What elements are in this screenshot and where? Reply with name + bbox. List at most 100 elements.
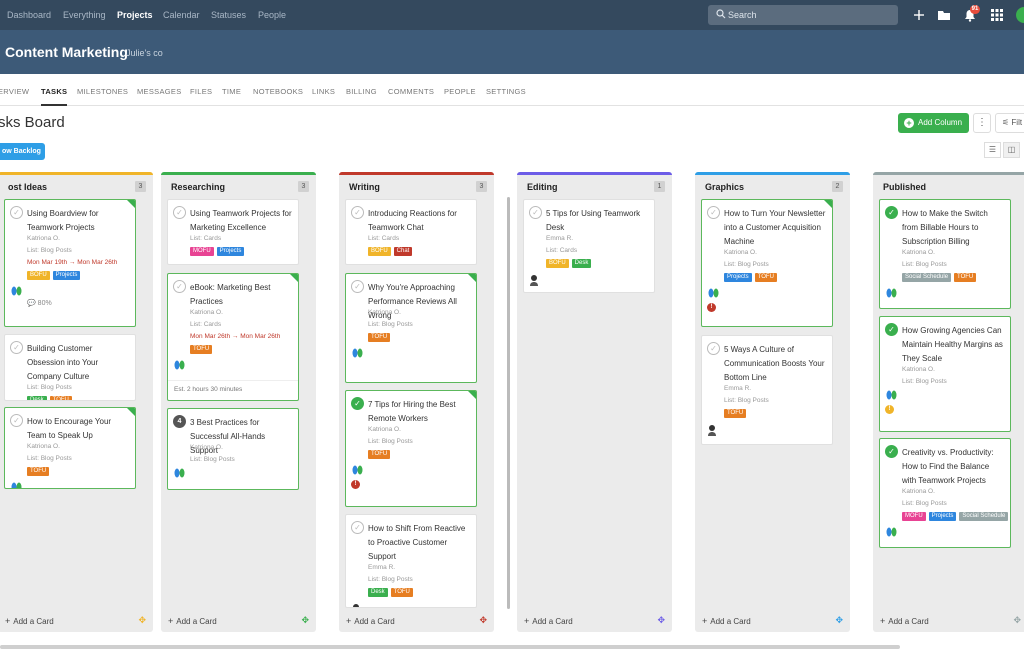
task-card[interactable]: ✓ How to Make the Switch from Billable Ho… — [879, 199, 1011, 309]
task-card[interactable]: ✓ Introducing Reactions for Teamwork Chat… — [345, 199, 477, 265]
show-backlog-button[interactable]: ow Backlog — [0, 143, 45, 160]
tab-comments[interactable]: COMMENTS — [388, 87, 434, 96]
move-column-icon[interactable]: ✥ — [1013, 615, 1021, 626]
filter-button[interactable]: ⚟ Filt — [995, 113, 1024, 133]
user-avatar[interactable] — [1016, 7, 1024, 23]
card-title[interactable]: 5 Tips for Using Teamwork Desk — [546, 207, 648, 235]
task-card[interactable]: ✓ Building Customer Obsession into Your C… — [4, 334, 136, 401]
add-card-button[interactable]: + Add a Card — [702, 616, 754, 626]
card-title[interactable]: Creativity vs. Productivity: How to Find… — [902, 446, 1004, 488]
tab-overview[interactable]: ERVIEW — [0, 87, 29, 96]
card-title[interactable]: How to Encourage Your Team to Speak Up — [27, 415, 129, 443]
card-title[interactable]: How to Shift From Reactive to Proactive … — [368, 522, 470, 564]
board-view-icon[interactable]: ◫ — [1003, 142, 1020, 158]
move-column-icon[interactable]: ✥ — [479, 615, 487, 626]
tag-label[interactable]: Desk — [368, 588, 388, 597]
complete-checkbox[interactable]: 4 — [173, 415, 186, 428]
tag-label[interactable]: Desk — [27, 396, 47, 400]
complete-checkbox[interactable]: ✓ — [351, 280, 364, 293]
nav-calendar[interactable]: Calendar — [163, 10, 200, 20]
nav-projects[interactable]: Projects — [117, 10, 153, 20]
tag-label[interactable]: TOFU — [27, 467, 50, 476]
task-card[interactable]: ✓ eBook: Marketing Best Practices Katriona… — [167, 273, 299, 401]
tag-label[interactable]: BOFU — [27, 271, 50, 280]
complete-checkbox[interactable]: ✓ — [10, 206, 23, 219]
complete-checkbox[interactable]: ✓ — [707, 342, 720, 355]
move-column-icon[interactable]: ✥ — [835, 615, 843, 626]
card-title[interactable]: 7 Tips for Hiring the Best Remote Worker… — [368, 398, 470, 426]
tag-label[interactable]: Chat — [393, 247, 413, 256]
more-options-button[interactable]: ⋮ — [973, 113, 991, 133]
nav-dashboard[interactable]: Dashboard — [7, 10, 51, 20]
card-title[interactable]: eBook: Marketing Best Practices — [190, 281, 292, 309]
tab-time[interactable]: TIME — [222, 87, 241, 96]
task-card[interactable]: ✓ How Growing Agencies Can Maintain Healt… — [879, 316, 1011, 432]
move-column-icon[interactable]: ✥ — [301, 615, 309, 626]
task-card[interactable]: ✓ How to Turn Your Newsletter into a Cust… — [701, 199, 833, 327]
tag-label[interactable]: Desk — [571, 259, 592, 268]
add-card-button[interactable]: + Add a Card — [880, 616, 932, 626]
search-input[interactable]: Search — [708, 5, 898, 25]
complete-checkbox[interactable]: ✓ — [351, 521, 364, 534]
tag-label[interactable]: TOFU — [754, 273, 777, 282]
add-card-button[interactable]: + Add a Card — [5, 616, 57, 626]
tag-label[interactable]: TOFU — [368, 450, 391, 459]
card-title[interactable]: Using Teamwork Projects for Marketing Ex… — [190, 207, 292, 235]
card-title[interactable]: Building Customer Obsession into Your Co… — [27, 342, 129, 384]
card-title[interactable]: How Growing Agencies Can Maintain Health… — [902, 324, 1004, 366]
complete-checkbox[interactable]: ✓ — [173, 206, 186, 219]
tag-label[interactable]: TOFU — [190, 345, 213, 354]
add-column-button[interactable]: + Add Column — [898, 113, 969, 133]
complete-checkbox[interactable]: ✓ — [351, 206, 364, 219]
tag-label[interactable]: Projects — [52, 271, 81, 280]
task-card[interactable]: 4 3 Best Practices for Successful All-Han… — [167, 408, 299, 490]
tag-label[interactable]: TOFU — [368, 333, 391, 342]
card-title[interactable]: How to Make the Switch from Billable Hou… — [902, 207, 1004, 249]
card-title[interactable]: Why You're Approaching Performance Revie… — [368, 281, 470, 323]
complete-checkbox[interactable]: ✓ — [885, 323, 898, 336]
move-column-icon[interactable]: ✥ — [657, 615, 665, 626]
tab-files[interactable]: FILES — [190, 87, 212, 96]
task-card[interactable]: ✓ Why You're Approaching Performance Revi… — [345, 273, 477, 383]
tab-people[interactable]: PEOPLE — [444, 87, 476, 96]
complete-checkbox[interactable]: ✓ — [351, 397, 364, 410]
horizontal-scrollbar[interactable] — [0, 645, 900, 649]
add-card-button[interactable]: + Add a Card — [168, 616, 220, 626]
tag-label[interactable]: BOFU — [368, 247, 391, 256]
card-title[interactable]: How to Turn Your Newsletter into a Custo… — [724, 207, 826, 249]
tag-label[interactable]: MOFU — [902, 512, 926, 521]
task-card[interactable]: ✓ 5 Tips for Using Teamwork Desk Emma R. Li… — [523, 199, 655, 293]
tab-messages[interactable]: MESSAGES — [137, 87, 182, 96]
add-card-button[interactable]: + Add a Card — [346, 616, 398, 626]
complete-checkbox[interactable]: ✓ — [885, 206, 898, 219]
complete-checkbox[interactable]: ✓ — [707, 206, 720, 219]
tag-label[interactable]: Social Schedule — [959, 512, 1009, 521]
complete-checkbox[interactable]: ✓ — [885, 445, 898, 458]
tag-label[interactable]: TOFU — [49, 396, 72, 400]
complete-checkbox[interactable]: ✓ — [10, 414, 23, 427]
tag-label[interactable]: Projects — [724, 273, 752, 282]
column-scrollbar[interactable] — [507, 197, 510, 609]
tag-label[interactable]: TOFU — [724, 409, 747, 418]
tab-links[interactable]: LINKS — [312, 87, 335, 96]
tag-label[interactable]: TOFU — [390, 588, 413, 597]
nav-everything[interactable]: Everything — [63, 10, 106, 20]
tag-label[interactable]: Projects — [928, 512, 957, 521]
tag-label[interactable]: BOFU — [546, 259, 569, 268]
move-column-icon[interactable]: ✥ — [138, 615, 146, 626]
complete-checkbox[interactable]: ✓ — [10, 341, 23, 354]
tag-label[interactable]: Social Schedule — [902, 273, 952, 282]
task-card[interactable]: ✓ How to Encourage Your Team to Speak Up K… — [4, 407, 136, 489]
card-title[interactable]: Using Boardview for Teamwork Projects — [27, 207, 129, 235]
task-card[interactable]: ✓ Using Teamwork Projects for Marketing E… — [167, 199, 299, 265]
task-card[interactable]: ✓ Creativity vs. Productivity: How to Fin… — [879, 438, 1011, 548]
card-title[interactable]: Introducing Reactions for Teamwork Chat — [368, 207, 470, 235]
tab-settings[interactable]: SETTINGS — [486, 87, 526, 96]
nav-people[interactable]: People — [258, 10, 286, 20]
tab-tasks[interactable]: TASKS — [41, 87, 68, 106]
tab-milestones[interactable]: MILESTONES — [77, 87, 128, 96]
tab-notebooks[interactable]: NOTEBOOKS — [253, 87, 303, 96]
nav-statuses[interactable]: Statuses — [211, 10, 246, 20]
task-card[interactable]: ✓ How to Shift From Reactive to Proactive… — [345, 514, 477, 608]
task-card[interactable]: ✓ 7 Tips for Hiring the Best Remote Worke… — [345, 390, 477, 507]
